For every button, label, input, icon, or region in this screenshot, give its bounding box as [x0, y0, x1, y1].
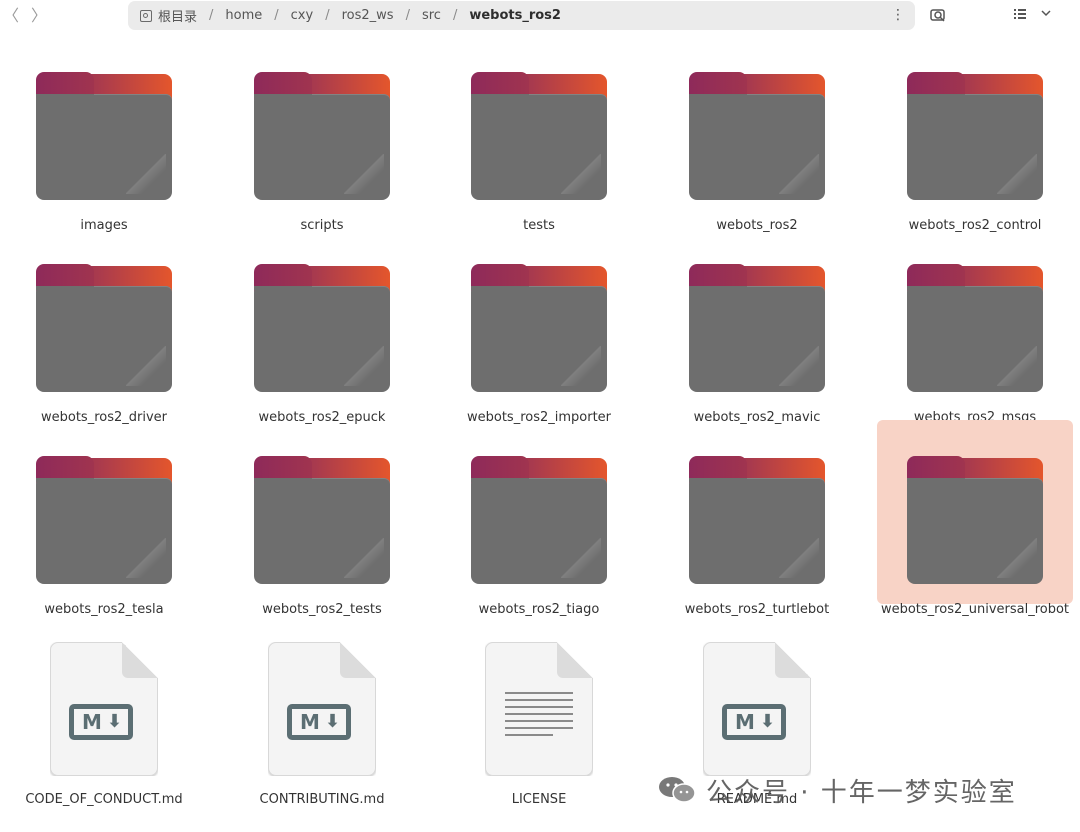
document-icon [485, 642, 593, 776]
folder-item[interactable]: webots_ros2_tests [224, 420, 420, 617]
watermark: 公众号 · 十年一梦实验室 [658, 770, 1017, 810]
folder-item[interactable]: webots_ros2_importer [441, 228, 637, 425]
document-icon: M ⬇ [50, 642, 158, 776]
folder-icon [36, 264, 172, 392]
breadcrumb-separator: / [405, 8, 410, 23]
folder-icon [471, 456, 607, 584]
wechat-logo-icon [658, 775, 696, 805]
folder-icon [689, 264, 825, 392]
markdown-icon: M ⬇ [722, 704, 786, 740]
breadcrumb-separator: / [452, 8, 458, 23]
folder-icon [689, 72, 825, 200]
document-icon: M ⬇ [703, 642, 811, 776]
forward-button[interactable]: 〉 [28, 4, 50, 28]
folder-item[interactable]: webots_ros2_tesla [6, 420, 202, 617]
folder-icon [254, 456, 390, 584]
file-label: CONTRIBUTING.md [259, 792, 385, 807]
folder-icon [907, 456, 1043, 584]
folder-label: webots_ros2_universal_robot [880, 602, 1070, 617]
folder-item[interactable]: webots_ros2_mavic [659, 228, 855, 425]
kebab-menu-icon[interactable]: ⋮ [891, 6, 905, 24]
folder-item[interactable]: webots_ros2_epuck [224, 228, 420, 425]
folder-icon [907, 264, 1043, 392]
folder-icon [471, 72, 607, 200]
folder-item[interactable]: webots_ros2_driver [6, 228, 202, 425]
path-bar[interactable]: 根目录 / home / cxy / ros2_ws / src / webot… [128, 1, 915, 30]
root-drive-icon [140, 9, 152, 22]
folder-item[interactable]: images [6, 36, 202, 233]
breadcrumb-separator: / [274, 8, 279, 23]
breadcrumb-home[interactable]: home [225, 8, 262, 23]
folder-item[interactable]: webots_ros2 [659, 36, 855, 233]
header-bar: 〈 〉 根目录 / home / cxy / ros2_ws / src / w… [0, 0, 1080, 34]
breadcrumb-src[interactable]: src [422, 8, 441, 23]
folder-item[interactable]: webots_ros2_universal_robot [877, 420, 1073, 617]
document-icon: M ⬇ [268, 642, 376, 776]
folder-icon [689, 456, 825, 584]
folder-item[interactable]: webots_ros2_control [877, 36, 1073, 233]
folder-item[interactable]: webots_ros2_tiago [441, 420, 637, 617]
folder-icon [254, 72, 390, 200]
list-view-icon[interactable] [1010, 6, 1030, 26]
markdown-icon: M ⬇ [287, 704, 351, 740]
folder-label: webots_ros2_tests [262, 602, 382, 617]
watermark-text: 公众号 · 十年一梦实验室 [706, 777, 1017, 808]
file-label: LICENSE [511, 792, 567, 807]
back-button[interactable]: 〈 [0, 4, 22, 28]
breadcrumb-root[interactable]: 根目录 [158, 6, 197, 25]
breadcrumb-current[interactable]: webots_ros2 [469, 8, 561, 23]
file-label: CODE_OF_CONDUCT.md [25, 792, 183, 807]
folder-icon [36, 456, 172, 584]
breadcrumb-cxy[interactable]: cxy [291, 8, 314, 23]
folder-icon [907, 72, 1043, 200]
text-lines-icon [505, 692, 573, 741]
folder-item[interactable]: scripts [224, 36, 420, 233]
file-item[interactable]: M ⬇ CONTRIBUTING.md [224, 632, 420, 828]
folder-icon [36, 72, 172, 200]
folder-label: webots_ros2_tiago [478, 602, 600, 617]
folder-label: webots_ros2_tesla [44, 602, 164, 617]
chevron-down-icon[interactable] [1036, 6, 1056, 26]
folder-item[interactable]: webots_ros2_turtlebot [659, 420, 855, 617]
markdown-icon: M ⬇ [69, 704, 133, 740]
breadcrumb-separator: / [209, 8, 214, 23]
file-item[interactable]: M ⬇ CODE_OF_CONDUCT.md [6, 632, 202, 828]
folder-label: webots_ros2_turtlebot [684, 602, 830, 617]
file-item[interactable]: LICENSE [441, 632, 637, 828]
search-icon[interactable] [928, 6, 948, 26]
breadcrumb-ros2-ws[interactable]: ros2_ws [342, 8, 394, 23]
breadcrumb-separator: / [325, 8, 330, 23]
folder-item[interactable]: tests [441, 36, 637, 233]
folder-icon [471, 264, 607, 392]
folder-item[interactable]: webots_ros2_msgs [877, 228, 1073, 425]
folder-icon [254, 264, 390, 392]
